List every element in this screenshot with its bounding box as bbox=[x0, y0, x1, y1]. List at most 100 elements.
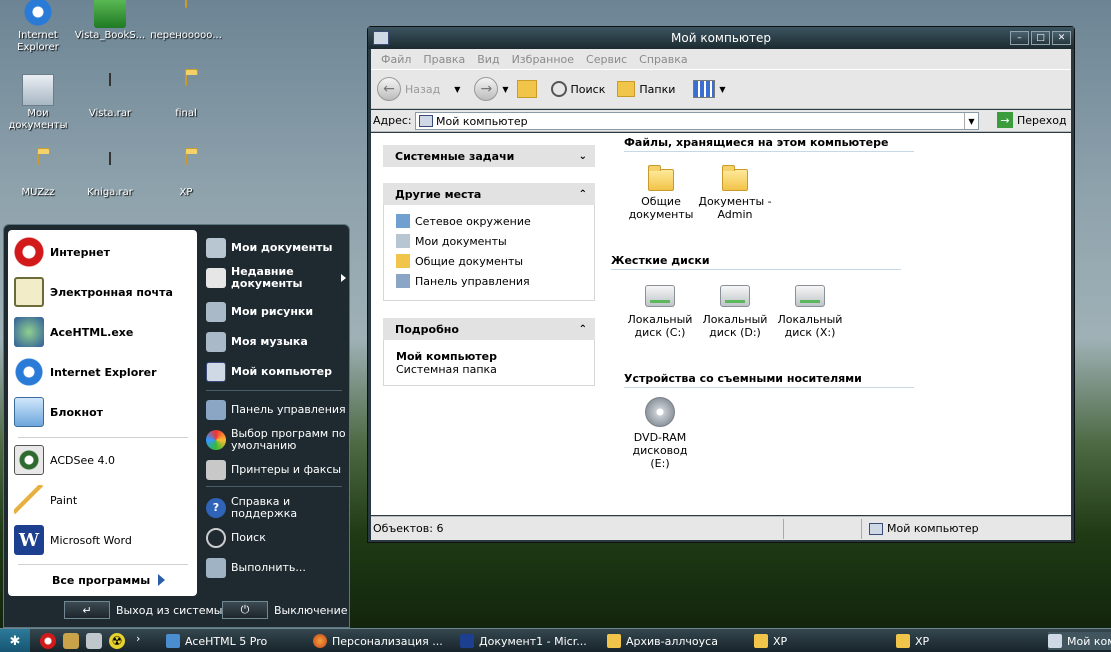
start-place-control-panel[interactable]: Панель управления bbox=[206, 400, 346, 420]
taskbar-item-xp[interactable]: XP bbox=[754, 632, 890, 650]
go-arrow-icon: → bbox=[997, 112, 1013, 128]
maximize-button[interactable]: □ bbox=[1031, 31, 1050, 45]
start-item-email[interactable]: Электронная почта bbox=[14, 274, 173, 310]
other-places-body: Сетевое окружение Мои документы Общие до… bbox=[383, 205, 595, 301]
menu-edit[interactable]: Правка bbox=[417, 53, 471, 66]
rar-archive-icon bbox=[94, 152, 126, 185]
taskbar-item-label: XP bbox=[773, 634, 788, 648]
start-place-my-documents[interactable]: Мои документы bbox=[206, 238, 333, 258]
dropdown-arrow-icon[interactable]: ▼ bbox=[454, 85, 460, 94]
forward-button[interactable]: → ▼ bbox=[474, 77, 509, 101]
start-item-word[interactable]: W Microsoft Word bbox=[14, 522, 132, 558]
start-menu: Интернет Электронная почта AceHTML.exe I… bbox=[3, 224, 350, 628]
folders-button[interactable]: Папки bbox=[617, 81, 675, 97]
chevron-up-icon[interactable]: ⌃ bbox=[579, 189, 587, 200]
start-place-my-computer[interactable]: Мой компьютер bbox=[206, 362, 332, 382]
start-item-acdsee[interactable]: ACDSee 4.0 bbox=[14, 442, 115, 478]
app-quicklaunch-icon[interactable] bbox=[63, 633, 79, 649]
taskbar-item-xp[interactable]: XP bbox=[896, 632, 1036, 650]
start-place-help[interactable]: ? Справка и поддержка bbox=[206, 496, 346, 520]
start-place-my-music[interactable]: Моя музыка bbox=[206, 332, 308, 352]
desktop-icon-vista-rar[interactable]: Vista.rar bbox=[72, 73, 148, 120]
start-item-internet[interactable]: Интернет bbox=[14, 234, 110, 270]
other-places-header[interactable]: Другие места ⌃ bbox=[383, 183, 595, 205]
place-shared-documents[interactable]: Общие документы bbox=[384, 251, 594, 271]
menu-bar: Файл Правка Вид Избранное Сервис Справка bbox=[371, 49, 1071, 69]
start-place-recent-documents[interactable]: Недавние документы bbox=[206, 266, 346, 290]
desktop-icon-folder[interactable]: перенооооо... bbox=[148, 0, 224, 42]
desktop-icon-folder[interactable]: final bbox=[148, 73, 224, 120]
dropdown-arrow-icon[interactable]: ▼ bbox=[502, 85, 508, 94]
views-button[interactable]: ▼ bbox=[693, 80, 726, 98]
status-bar: Объектов: 6 Мой компьютер bbox=[371, 516, 1071, 540]
address-dropdown-button[interactable]: ▼ bbox=[964, 113, 978, 129]
start-item-acehtml[interactable]: AceHTML.exe bbox=[14, 314, 133, 350]
taskbar-item-archive[interactable]: Архив-аллчоуса bbox=[607, 632, 743, 650]
start-place-printers[interactable]: Принтеры и факсы bbox=[206, 460, 341, 480]
radiation-quicklaunch-icon[interactable]: ☢ bbox=[109, 633, 125, 649]
start-place-search[interactable]: Поиск bbox=[206, 528, 266, 548]
start-item-paint[interactable]: Paint bbox=[14, 482, 77, 518]
item-drive-c[interactable]: Локальный диск (C:) bbox=[622, 277, 698, 339]
opera-quicklaunch-icon[interactable] bbox=[40, 633, 56, 649]
item-drive-x[interactable]: Локальный диск (X:) bbox=[772, 277, 848, 339]
separator bbox=[206, 486, 342, 487]
desktop-icon-label: Vista.rar bbox=[88, 108, 132, 119]
taskbar-item-word-document[interactable]: Документ1 - Micr... bbox=[460, 632, 596, 650]
taskbar-item-personalization[interactable]: Персонализация ... bbox=[313, 632, 449, 650]
rar-archive-icon bbox=[94, 73, 126, 106]
item-admin-documents[interactable]: Документы - Admin bbox=[697, 165, 773, 221]
menu-file[interactable]: Файл bbox=[375, 53, 417, 66]
quicklaunch-overflow[interactable]: › bbox=[136, 632, 140, 645]
menu-favorites[interactable]: Избранное bbox=[506, 53, 580, 66]
start-place-run[interactable]: Выполнить... bbox=[206, 558, 306, 578]
place-network[interactable]: Сетевое окружение bbox=[384, 211, 594, 231]
shutdown-button[interactable]: ⏻ Выключение bbox=[222, 600, 348, 620]
calculator-quicklaunch-icon[interactable] bbox=[86, 633, 102, 649]
details-header[interactable]: Подробно ⌃ bbox=[383, 318, 595, 340]
item-dvd-drive[interactable]: DVD-RAM дисковод (E:) bbox=[622, 395, 698, 470]
taskbar-item-acehtml[interactable]: AceHTML 5 Pro bbox=[166, 632, 302, 650]
desktop-icon-folder[interactable]: XP bbox=[148, 152, 224, 199]
paint-icon bbox=[14, 485, 44, 515]
taskbar-item-label: Персонализация ... bbox=[332, 634, 443, 648]
start-button[interactable]: ✱ bbox=[0, 629, 30, 652]
system-tasks-header[interactable]: Системные задачи ⌄ bbox=[383, 145, 595, 167]
logoff-button[interactable]: ↵ Выход из системы bbox=[64, 600, 222, 620]
address-input[interactable]: Мой компьютер ▼ bbox=[415, 112, 979, 130]
desktop-icon-my-documents[interactable]: Мои документы bbox=[0, 74, 76, 132]
place-control-panel[interactable]: Панель управления bbox=[384, 271, 594, 291]
folder-icon bbox=[396, 254, 410, 268]
menu-view[interactable]: Вид bbox=[471, 53, 505, 66]
all-programs-button[interactable]: Все программы bbox=[52, 570, 166, 590]
start-item-ie[interactable]: Internet Explorer bbox=[14, 354, 157, 390]
title-bar[interactable]: Мой компьютер – □ ✕ bbox=[368, 27, 1074, 49]
start-place-my-pictures[interactable]: Мои рисунки bbox=[206, 302, 313, 322]
desktop-icon-vista-book[interactable]: Vista_BookS... bbox=[72, 0, 148, 42]
minimize-button[interactable]: – bbox=[1010, 31, 1029, 45]
taskbar-item-my-computer[interactable]: Мой компьютер bbox=[1048, 632, 1111, 650]
chevron-down-icon[interactable]: ⌄ bbox=[579, 151, 587, 162]
taskbar: ✱ ☢ › AceHTML 5 Pro Персонализация ... Д… bbox=[0, 628, 1111, 652]
start-item-notepad[interactable]: Блокнот bbox=[14, 394, 103, 430]
go-button[interactable]: → Переход bbox=[997, 112, 1067, 128]
folder-up-icon bbox=[516, 80, 537, 98]
item-drive-d[interactable]: Локальный диск (D:) bbox=[697, 277, 773, 339]
chevron-up-icon[interactable]: ⌃ bbox=[579, 324, 587, 335]
folder-icon bbox=[170, 73, 202, 106]
close-button[interactable]: ✕ bbox=[1052, 31, 1071, 45]
item-shared-documents[interactable]: Общие документы bbox=[623, 165, 699, 221]
hard-drive-icon bbox=[720, 285, 750, 307]
place-my-documents[interactable]: Мои документы bbox=[384, 231, 594, 251]
search-button[interactable]: Поиск bbox=[550, 81, 605, 97]
menu-help[interactable]: Справка bbox=[633, 53, 693, 66]
window-title: Мой компьютер bbox=[671, 31, 771, 45]
taskbar-item-label: Документ1 - Micr... bbox=[479, 634, 587, 648]
desktop-icon-folder[interactable]: MUZzz bbox=[0, 152, 76, 199]
back-button[interactable]: ← Назад ▼ bbox=[377, 77, 460, 101]
start-place-default-programs[interactable]: Выбор программ по умолчанию bbox=[206, 428, 346, 452]
up-button[interactable] bbox=[516, 80, 537, 98]
desktop-icon-ie[interactable]: Internet Explorer bbox=[0, 0, 76, 54]
menu-tools[interactable]: Сервис bbox=[580, 53, 633, 66]
desktop-icon-kniga-rar[interactable]: Kniga.rar bbox=[72, 152, 148, 199]
